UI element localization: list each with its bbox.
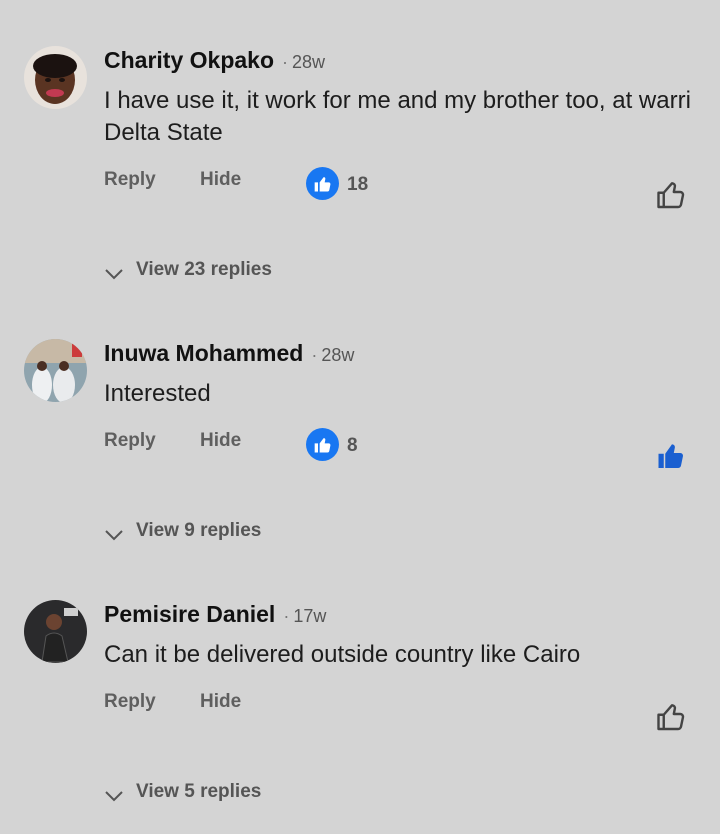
comment-item: Inuwa Mohammed · 28w Interested Reply Hi… bbox=[0, 300, 720, 570]
author-name[interactable]: Pemisire Daniel bbox=[104, 601, 275, 628]
reaction-count: 8 bbox=[347, 435, 358, 456]
separator-dot: · bbox=[311, 345, 318, 365]
view-replies-label: View 9 replies bbox=[136, 520, 262, 541]
hide-button[interactable]: Hide bbox=[200, 169, 241, 191]
thumbs-up-filled-icon bbox=[658, 444, 683, 468]
comment-timestamp: 17w bbox=[293, 606, 327, 626]
chevron-down-icon bbox=[105, 791, 123, 802]
comment-author-row: Inuwa Mohammed · 28w bbox=[104, 340, 354, 367]
author-name[interactable]: Charity Okpako bbox=[104, 47, 274, 74]
reaction-badge[interactable] bbox=[306, 428, 339, 461]
author-name[interactable]: Inuwa Mohammed bbox=[104, 340, 303, 367]
reaction-badge[interactable] bbox=[306, 167, 339, 200]
reply-button[interactable]: Reply bbox=[104, 430, 156, 452]
view-replies-button[interactable]: View 9 replies bbox=[104, 520, 261, 542]
view-replies-button[interactable]: View 5 replies bbox=[104, 781, 261, 803]
view-replies-label: View 23 replies bbox=[136, 259, 272, 280]
comment-timestamp: 28w bbox=[321, 345, 355, 365]
hide-button[interactable]: Hide bbox=[200, 430, 241, 452]
comment-author-row: Pemisire Daniel · 17w bbox=[104, 601, 326, 628]
avatar[interactable] bbox=[24, 46, 87, 109]
avatar[interactable] bbox=[24, 600, 87, 663]
like-button[interactable] bbox=[654, 699, 690, 735]
reaction-count: 18 bbox=[347, 174, 369, 195]
reply-button[interactable]: Reply bbox=[104, 691, 156, 713]
thumbs-up-icon bbox=[314, 176, 330, 191]
comment-author-row: Charity Okpako · 28w bbox=[104, 47, 325, 74]
hide-button[interactable]: Hide bbox=[200, 691, 241, 713]
thumbs-up-icon bbox=[314, 437, 330, 452]
view-replies-button[interactable]: View 23 replies bbox=[104, 259, 272, 281]
comment-item: Pemisire Daniel · 17w Can it be delivere… bbox=[0, 570, 720, 834]
separator-dot: · bbox=[282, 52, 288, 72]
thumbs-up-outline-icon bbox=[657, 704, 685, 731]
chevron-down-icon bbox=[105, 269, 123, 280]
comment-text: I have use it, it work for me and my bro… bbox=[104, 87, 691, 146]
thumbs-up-outline-icon bbox=[657, 182, 685, 209]
like-button[interactable] bbox=[654, 177, 690, 213]
separator-dot: · bbox=[283, 606, 290, 626]
comment-timestamp: 28w bbox=[292, 52, 326, 72]
reply-button[interactable]: Reply bbox=[104, 169, 156, 191]
comment-text: Interested bbox=[104, 380, 211, 407]
view-replies-label: View 5 replies bbox=[136, 781, 262, 802]
like-button[interactable] bbox=[654, 438, 690, 474]
comment-item: Charity Okpako · 28w I have use it, it w… bbox=[0, 0, 720, 300]
avatar[interactable] bbox=[24, 339, 87, 402]
comment-text: Can it be delivered outside country like… bbox=[104, 641, 581, 668]
chevron-down-icon bbox=[105, 530, 123, 541]
